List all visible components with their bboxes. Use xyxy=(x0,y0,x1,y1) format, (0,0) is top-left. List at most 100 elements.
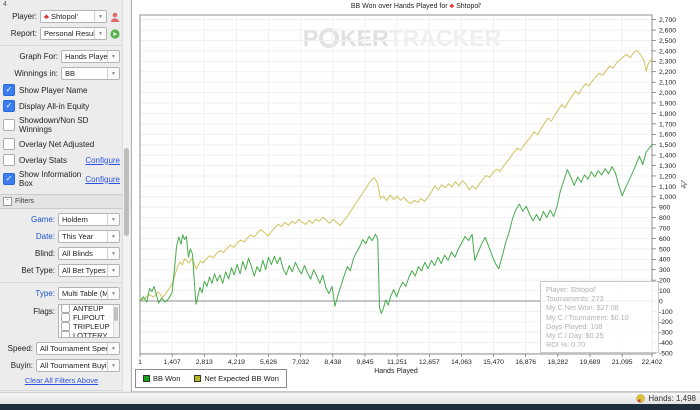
svg-text:Hands Played: Hands Played xyxy=(374,368,418,375)
svg-text:-300: -300 xyxy=(659,330,673,337)
date-select[interactable]: This Year ▼ xyxy=(58,230,120,243)
chevron-down-icon: ▼ xyxy=(107,214,119,225)
info-line: My C / Day: $0.25 xyxy=(546,331,604,341)
svg-text:18,282: 18,282 xyxy=(547,359,568,366)
svg-text:1,407: 1,407 xyxy=(164,359,181,366)
toggle-show-information-box[interactable]: ✓ Show Information Box Configure xyxy=(3,170,120,188)
svg-text:1,100: 1,100 xyxy=(659,184,676,191)
toggle-label: Overlay Net Adjusted xyxy=(19,139,95,149)
bet-type-select[interactable]: All Bet Types ▼ xyxy=(58,264,120,277)
player-value: Shtopol' xyxy=(51,12,78,21)
hands-pie-icon xyxy=(636,394,646,403)
svg-text:200: 200 xyxy=(659,278,671,285)
type-filter-row: Type: Multi Table (MTT) ▼ xyxy=(3,287,120,300)
speed-select[interactable]: All Tournament Speeds ▼ xyxy=(36,342,120,355)
game-select[interactable]: Holdem ▼ xyxy=(58,213,120,226)
report-select[interactable]: Personal Results ▼ xyxy=(40,27,107,40)
svg-text:12,657: 12,657 xyxy=(419,359,440,366)
legend-swatch xyxy=(194,375,202,382)
svg-text:1,200: 1,200 xyxy=(659,173,676,180)
checkbox[interactable] xyxy=(61,313,70,322)
flag-item[interactable]: LOTTERY xyxy=(61,331,112,337)
club-suit-icon: ♣ xyxy=(44,12,49,21)
chart-title: BB Won over Hands Played for ♣ Shtopol' xyxy=(350,3,482,10)
svg-text:1,600: 1,600 xyxy=(659,132,676,139)
report-row: Report: Personal Results ▼ xyxy=(3,27,120,40)
player-row: Player: ♣ Shtopol' ▼ xyxy=(3,10,120,23)
buyin-select[interactable]: All Tournament Buyins ▼ xyxy=(36,359,120,372)
toggle-display-allin-equity[interactable]: ✓ Display All-in Equity xyxy=(3,100,120,112)
info-line: Tournaments: 273 xyxy=(546,294,604,304)
svg-text:800: 800 xyxy=(659,215,671,222)
chart-legend: BB Won Net Expected BB Won xyxy=(135,369,287,388)
svg-text:2,600: 2,600 xyxy=(659,27,676,34)
pane-number: 4 xyxy=(3,1,7,8)
speed-filter-row: Speed: All Tournament Speeds ▼ xyxy=(3,342,120,355)
collapse-icon[interactable]: - xyxy=(3,197,12,206)
svg-text:-500: -500 xyxy=(659,351,673,358)
svg-text:300: 300 xyxy=(659,267,671,274)
scrollbar-thumb[interactable] xyxy=(124,148,129,236)
graph-for-select[interactable]: Hands Played ▼ xyxy=(61,50,120,63)
checkbox[interactable] xyxy=(61,331,70,337)
svg-text:4,219: 4,219 xyxy=(228,359,245,366)
svg-text:2,200: 2,200 xyxy=(659,69,676,76)
chevron-down-icon: ▼ xyxy=(107,288,119,299)
graph-for-value: Hands Played xyxy=(65,52,112,61)
chevron-down-icon: ▼ xyxy=(107,360,119,371)
checkbox[interactable]: ✓ xyxy=(3,154,15,166)
type-select[interactable]: Multi Table (MTT) ▼ xyxy=(58,287,120,300)
checkbox[interactable]: ✓ xyxy=(3,138,15,150)
checkbox[interactable]: ✓ xyxy=(3,84,15,96)
flag-item[interactable]: FLIPOUT xyxy=(61,313,112,322)
svg-text:100: 100 xyxy=(659,288,671,295)
winnings-in-label: Winnings in: xyxy=(14,69,58,78)
toggle-showdown-winnings[interactable]: ✓ Showdown/Non SD Winnings xyxy=(3,116,120,134)
svg-text:600: 600 xyxy=(659,236,671,243)
scrollbar-thumb[interactable] xyxy=(114,307,118,321)
sidebar-scrollbar[interactable] xyxy=(122,0,130,391)
flags-listbox[interactable]: ANTEUP FLIPOUT TRIPLEUP LOTTERY xyxy=(58,304,120,338)
toggle-label: Display All-in Equity xyxy=(19,101,90,111)
blind-filter-row: Blind: All Blinds ▼ xyxy=(3,247,120,260)
player-person-icon[interactable] xyxy=(110,12,120,22)
svg-text:1: 1 xyxy=(138,359,142,366)
checkbox[interactable] xyxy=(61,305,70,313)
toggle-show-player-name[interactable]: ✓ Show Player Name xyxy=(3,84,120,96)
svg-text:11,251: 11,251 xyxy=(387,359,408,366)
toggle-label: Show Information Box xyxy=(19,170,82,188)
poker-tracker-window: 4 Player: ♣ Shtopol' ▼ Report: Personal … xyxy=(0,0,700,410)
toggle-overlay-net-adjusted[interactable]: ✓ Overlay Net Adjusted xyxy=(3,138,120,150)
checkbox[interactable] xyxy=(61,322,70,331)
hands-count: Hands: 1,498 xyxy=(648,394,696,403)
configure-link[interactable]: Configure xyxy=(85,156,120,165)
report-value: Personal Results xyxy=(44,29,101,38)
clear-all-filters-link[interactable]: Clear All Filters Above xyxy=(25,376,98,385)
checkbox[interactable]: ✓ xyxy=(3,119,15,131)
club-suit-icon: ♣ xyxy=(449,3,455,10)
checkbox[interactable]: ✓ xyxy=(3,100,15,112)
legend-item: Net Expected BB Won xyxy=(194,374,279,383)
player-select[interactable]: ♣ Shtopol' ▼ xyxy=(40,10,107,23)
filters-section-header[interactable]: - Filters xyxy=(0,194,131,209)
flag-item[interactable]: ANTEUP xyxy=(61,305,112,313)
type-label: Type: xyxy=(35,289,55,298)
flag-item[interactable]: TRIPLEUP xyxy=(61,322,112,331)
winnings-in-select[interactable]: BB ▼ xyxy=(61,67,120,80)
speed-label: Speed: xyxy=(7,344,33,353)
configure-link[interactable]: Configure xyxy=(85,175,120,184)
blind-select[interactable]: All Blinds ▼ xyxy=(58,247,120,260)
checkbox[interactable]: ✓ xyxy=(3,173,15,185)
info-line: Player: Shtopol' xyxy=(546,285,597,294)
chevron-down-icon: ▼ xyxy=(94,28,106,39)
report-refresh-icon[interactable] xyxy=(110,28,120,39)
flags-scrollbar[interactable] xyxy=(113,305,119,337)
svg-text:400: 400 xyxy=(659,257,671,264)
svg-text:1,000: 1,000 xyxy=(659,194,676,201)
svg-text:2,100: 2,100 xyxy=(659,80,676,87)
date-value: This Year xyxy=(62,232,94,241)
report-label: Report: xyxy=(10,29,37,38)
svg-text:5,626: 5,626 xyxy=(260,359,277,366)
divider xyxy=(0,45,131,46)
toggle-overlay-stats[interactable]: ✓ Overlay Stats Configure xyxy=(3,154,120,166)
